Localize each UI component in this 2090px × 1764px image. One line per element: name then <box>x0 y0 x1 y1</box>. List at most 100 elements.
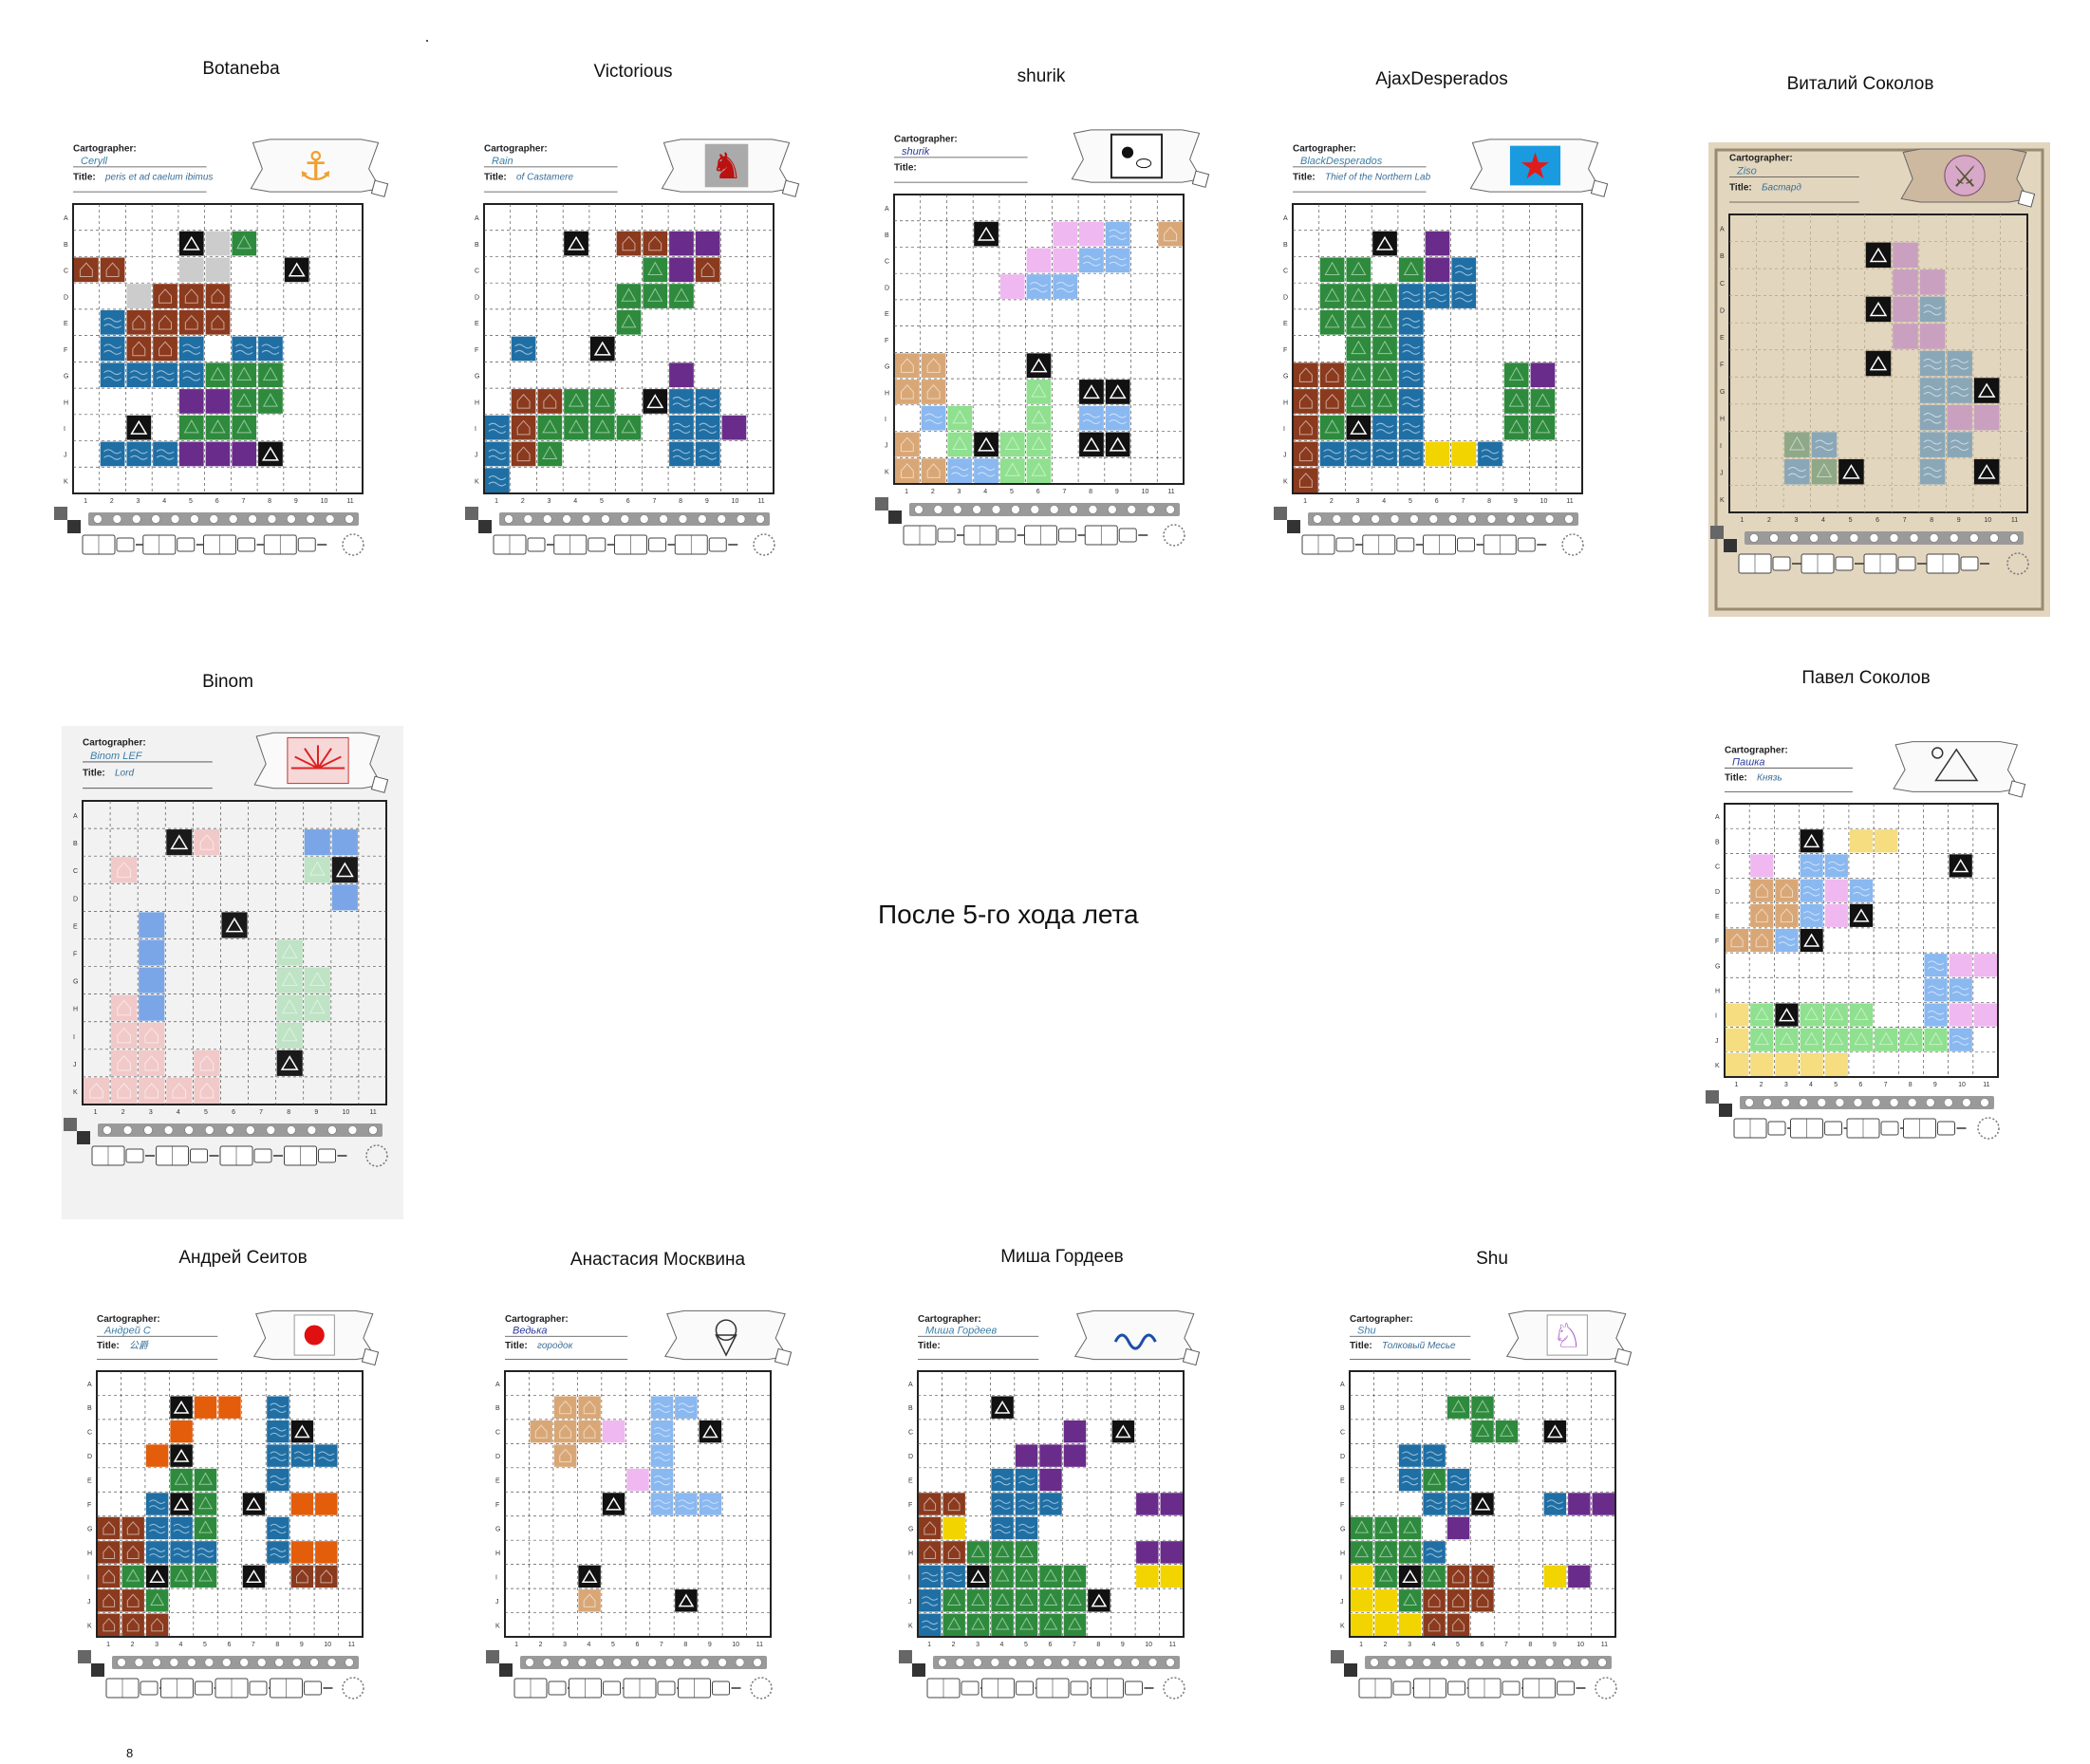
row-label: A <box>885 206 889 213</box>
terrain-cell <box>1079 380 1104 404</box>
terrain-cell <box>1800 1003 1823 1027</box>
terrain-cell <box>1838 458 1864 485</box>
row-label: H <box>1720 417 1725 423</box>
terrain-cell <box>695 441 720 467</box>
column-label: 1 <box>927 1642 931 1648</box>
terrain-cell <box>194 829 220 856</box>
row-label: D <box>495 1454 500 1460</box>
column-label: 4 <box>162 498 166 505</box>
terrain-cell <box>895 458 920 483</box>
terrain-cell <box>919 1516 942 1540</box>
column-label: 6 <box>1858 1082 1862 1088</box>
terrain-cell <box>1319 362 1345 388</box>
terrain-cell <box>616 284 642 308</box>
terrain-cell <box>170 1444 193 1467</box>
terrain-cell <box>553 1444 577 1467</box>
column-label: 4 <box>177 1109 180 1116</box>
terrain-cell <box>1425 441 1450 467</box>
terrain-cell <box>895 353 920 379</box>
terrain-cell <box>991 1516 1014 1540</box>
terrain-cell <box>1398 415 1424 440</box>
player-7-cartographer-label: Cartographer: <box>1725 745 1788 755</box>
terrain-cell <box>267 1468 289 1492</box>
player-10-title-label: Title: <box>918 1341 941 1351</box>
row-label: K <box>475 478 479 485</box>
column-label: 4 <box>1809 1082 1813 1088</box>
terrain-cell <box>675 1493 698 1515</box>
terrain-cell <box>1398 1613 1422 1636</box>
terrain-cell <box>974 221 998 247</box>
terrain-cell <box>1026 274 1052 299</box>
player-2-map-sheet: Cartographer: Rain Title: of Castamere ♞ A B C D… <box>463 133 814 598</box>
terrain-cell <box>1374 1589 1397 1612</box>
terrain-cell <box>669 389 694 414</box>
row-label: C <box>908 1430 913 1437</box>
terrain-cell <box>84 1077 110 1104</box>
terrain-cell <box>919 1565 942 1588</box>
terrain-cell <box>1726 1028 1749 1051</box>
terrain-cell <box>1425 257 1450 283</box>
player-2-name: Victorious <box>593 62 673 82</box>
row-label: A <box>1340 1382 1345 1388</box>
terrain-cell <box>166 829 193 856</box>
row-label: I <box>908 1574 910 1581</box>
row-label: K <box>1283 478 1288 485</box>
terrain-cell <box>1446 1589 1470 1612</box>
terrain-cell <box>1750 1052 1774 1076</box>
player-6-board: Cartographer: Binom LEF Title: Lord A B C D E F G H… <box>62 726 403 1219</box>
terrain-cell <box>1919 324 1946 349</box>
column-label: 11 <box>756 1642 763 1648</box>
player-9-cartographer-label: Cartographer: <box>505 1314 569 1325</box>
svg-text:⚔: ⚔ <box>1951 160 1978 195</box>
row-label: J <box>87 1599 91 1606</box>
column-label: 11 <box>1167 489 1174 495</box>
row-label: F <box>1340 1502 1344 1509</box>
column-label: 2 <box>110 498 114 505</box>
player-9-title-label: Title: <box>505 1341 528 1351</box>
terrain-cell <box>942 1613 965 1636</box>
column-label: 9 <box>300 1642 304 1648</box>
terrain-cell <box>1398 257 1424 283</box>
player-7-map-sheet: Cartographer: Пашка Title: Князь A B C D E F G H I J K… <box>1704 735 2041 1181</box>
terrain-cell <box>232 441 257 467</box>
terrain-cell <box>126 336 152 362</box>
terrain-cell <box>1319 309 1345 335</box>
terrain-cell <box>1063 1589 1087 1612</box>
player-10-cartographer-value: Миша Гордеев <box>925 1326 998 1337</box>
player-9-cartographer-value: Ведька <box>513 1326 548 1337</box>
row-label: G <box>1720 389 1725 396</box>
player-7-board: Cartographer: Пашка Title: Князь A B C D E F G H I J K… <box>1704 735 2041 1181</box>
column-label: 3 <box>1795 517 1799 524</box>
row-label: J <box>1715 1038 1719 1045</box>
row-label: K <box>1715 1063 1720 1069</box>
terrain-cell <box>966 1613 990 1636</box>
terrain-cell <box>1015 1541 1038 1564</box>
column-label: 3 <box>149 1109 153 1116</box>
terrain-cell <box>589 415 615 440</box>
round-caption: После 5-го хода лета <box>878 900 1139 929</box>
column-label: 7 <box>1461 498 1465 505</box>
row-label: F <box>495 1502 499 1509</box>
terrain-cell <box>1849 829 1874 853</box>
terrain-cell <box>121 1589 144 1612</box>
terrain-cell <box>1374 1516 1397 1540</box>
terrain-cell <box>1026 380 1052 404</box>
column-label: 1 <box>905 489 908 495</box>
svg-text:⚓: ⚓ <box>298 143 333 190</box>
column-label: 4 <box>179 1642 183 1648</box>
player-8-title-label: Title: <box>97 1341 120 1351</box>
terrain-cell <box>1053 248 1078 273</box>
terrain-cell <box>1750 1003 1774 1027</box>
player-8-title-value: 公爵 <box>129 1340 149 1351</box>
column-label: 2 <box>931 489 935 495</box>
player-6-title-label: Title: <box>83 769 105 779</box>
terrain-cell <box>170 1516 193 1540</box>
row-label: G <box>1715 963 1720 970</box>
player-6-title-value: Lord <box>115 769 134 779</box>
player-4-cartographer-value: BlackDesperados <box>1300 156 1383 167</box>
column-label: 8 <box>1528 1642 1532 1648</box>
column-label: 8 <box>275 1642 279 1648</box>
column-label: 8 <box>268 498 271 505</box>
terrain-cell <box>1160 1541 1183 1564</box>
column-label: 2 <box>539 1642 543 1648</box>
